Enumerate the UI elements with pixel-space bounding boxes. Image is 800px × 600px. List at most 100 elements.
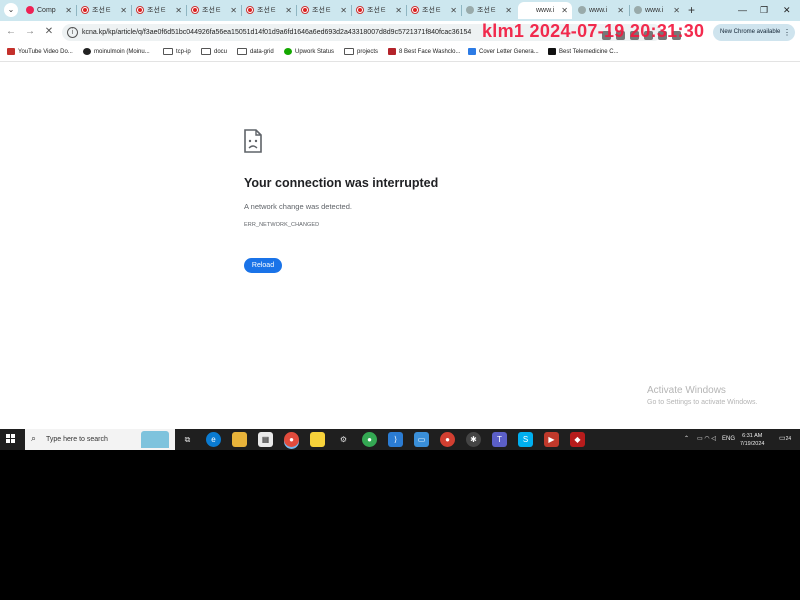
favicon-icon	[246, 6, 254, 14]
tab-4[interactable]: 조선ㅌ ✕	[242, 2, 296, 19]
tab-1[interactable]: 조선ㅌ ✕	[77, 2, 131, 19]
sad-document-icon	[244, 129, 262, 153]
bookmark-item[interactable]: tcp-ip	[163, 44, 191, 61]
bookmark-label: docu	[214, 49, 228, 55]
tab-2[interactable]: 조선ㅌ ✕	[132, 2, 186, 19]
favicon-icon	[356, 6, 364, 14]
app-window-icon[interactable]: ▭	[414, 432, 429, 447]
close-icon[interactable]: ✕	[285, 2, 292, 19]
activate-windows-watermark: Activate Windows Go to Settings to activ…	[647, 385, 758, 406]
settings-gear-icon[interactable]: ⚙	[336, 432, 351, 447]
taskbar-clock[interactable]: 6:31 AM 7/19/2024	[740, 432, 764, 448]
tab-label: Comp	[37, 7, 56, 14]
tab-label: www.i	[645, 7, 664, 14]
close-icon[interactable]: ✕	[340, 2, 347, 19]
close-icon[interactable]: ✕	[450, 2, 457, 19]
tab-label: 조선ㅌ	[367, 7, 387, 14]
watermark: klm1 2024-07-19 20:31:30	[482, 21, 705, 41]
tab-search-icon[interactable]: ⌄	[4, 3, 18, 17]
close-icon[interactable]: ✕	[120, 2, 127, 19]
edge-icon[interactable]: e	[206, 432, 221, 447]
notification-icon[interactable]: ▭24	[779, 434, 791, 444]
back-icon[interactable]: ←	[4, 25, 18, 39]
youtube-icon	[7, 47, 15, 55]
skype-icon[interactable]: S	[518, 432, 533, 447]
menu-dots-icon[interactable]: ⋮	[783, 24, 791, 41]
update-label: New Chrome available	[720, 29, 781, 35]
tab-9[interactable]: www.i ✕	[518, 2, 572, 19]
tab-10[interactable]: www.i ✕	[574, 2, 628, 19]
task-view-icon[interactable]: ⧉	[180, 432, 195, 447]
bookmark-label: moinulmoin (Moinu...	[94, 49, 150, 55]
tab-7[interactable]: 조선ㅌ ✕	[407, 2, 461, 19]
tab-label: www.i	[536, 7, 555, 14]
bookmark-label: 8 Best Face Washclo...	[399, 49, 461, 55]
bookmark-item[interactable]: moinulmoin (Moinu...	[83, 44, 150, 61]
minimize-icon[interactable]: —	[738, 3, 747, 17]
close-icon[interactable]: ✕	[617, 2, 624, 19]
favicon-icon	[301, 6, 309, 14]
github-icon	[83, 47, 91, 55]
car-app-icon[interactable]: ◆	[570, 432, 585, 447]
tray-icons[interactable]: ▭ ◠ ◁	[697, 429, 716, 450]
media-app-icon[interactable]: ▶	[544, 432, 559, 447]
clock-date: 7/19/2024	[740, 441, 765, 447]
close-icon[interactable]: ✕	[561, 2, 568, 19]
stop-icon[interactable]: ✕	[42, 25, 56, 39]
bookmark-item[interactable]: Best Telemedicine C...	[548, 44, 619, 61]
tab-label: 조선ㅌ	[422, 7, 442, 14]
bookmark-item[interactable]: data-grid	[237, 44, 274, 61]
taskbar-search-box[interactable]: ⌕ Type here to search	[25, 429, 175, 450]
sticky-notes-icon[interactable]	[310, 432, 325, 447]
language-indicator[interactable]: ENG	[722, 429, 735, 450]
tab-label: 조선ㅌ	[257, 7, 277, 14]
vscode-icon[interactable]: ⟩	[388, 432, 403, 447]
close-icon[interactable]: ✕	[505, 2, 512, 19]
close-icon[interactable]: ✕	[673, 2, 680, 19]
bookmark-item[interactable]: YouTube Video Do...	[7, 44, 73, 61]
site-info-icon[interactable]: i	[67, 27, 78, 38]
url-text: kcna.kp/kp/article/q/f3ae0f6d51bc044926f…	[82, 29, 472, 36]
close-icon[interactable]: ✕	[175, 2, 182, 19]
close-icon[interactable]: ✕	[65, 2, 72, 19]
taskbar: ⌕ Type here to search ⧉ e ▦ ● ⚙ ● ⟩ ▭ ● …	[0, 429, 800, 450]
chrome-icon[interactable]: ●	[284, 432, 299, 447]
tab-8[interactable]: 조선ㅌ ✕	[462, 2, 516, 19]
reload-button[interactable]: Reload	[244, 258, 282, 273]
tray-chevron-icon[interactable]: ⌃	[684, 429, 689, 450]
tab-5[interactable]: 조선ㅌ ✕	[297, 2, 351, 19]
bookmark-item[interactable]: Upwork Status	[284, 44, 334, 61]
store-icon[interactable]: ▦	[258, 432, 273, 447]
tab-label: www.i	[589, 7, 608, 14]
chrome-update-button[interactable]: New Chrome available ⋮	[713, 24, 795, 41]
network-app-icon[interactable]: ✱	[466, 432, 481, 447]
folder-icon	[237, 47, 247, 55]
tab-11[interactable]: www.i ✕	[630, 2, 684, 19]
windows-start-icon[interactable]	[6, 434, 16, 444]
favicon-icon	[81, 6, 89, 14]
chrome-profile-icon[interactable]: ●	[362, 432, 377, 447]
bookmark-label: Cover Letter Genera...	[479, 49, 539, 55]
bookmark-label: tcp-ip	[176, 49, 191, 55]
tab-0[interactable]: Comp ✕	[22, 2, 76, 19]
bookmark-item[interactable]: Cover Letter Genera...	[468, 44, 539, 61]
chrome-alt-icon[interactable]: ●	[440, 432, 455, 447]
maximize-icon[interactable]: ❐	[760, 3, 768, 17]
bookmark-item[interactable]: docu	[201, 44, 227, 61]
browser-screen: ⌄ Comp ✕ 조선ㅌ ✕ 조선ㅌ ✕ 조선ㅌ ✕ 조선ㅌ ✕ 조선ㅌ ✕ 조선ㅌ ✕ 조선…	[0, 0, 800, 450]
teams-icon[interactable]: T	[492, 432, 507, 447]
tab-label: 조선ㅌ	[92, 7, 112, 14]
forward-icon[interactable]: →	[23, 25, 37, 39]
bookmark-item[interactable]: projects	[344, 44, 378, 61]
tab-3[interactable]: 조선ㅌ ✕	[187, 2, 241, 19]
search-highlight-icon	[141, 431, 169, 448]
bookmark-item[interactable]: 8 Best Face Washclo...	[388, 44, 460, 61]
new-tab-button[interactable]: +	[688, 2, 695, 19]
tab-6[interactable]: 조선ㅌ ✕	[352, 2, 406, 19]
file-explorer-icon[interactable]	[232, 432, 247, 447]
tab-label: 조선ㅌ	[477, 7, 497, 14]
close-icon[interactable]: ✕	[395, 2, 402, 19]
close-window-icon[interactable]: ✕	[783, 3, 791, 17]
close-icon[interactable]: ✕	[230, 2, 237, 19]
search-placeholder: Type here to search	[46, 436, 108, 443]
